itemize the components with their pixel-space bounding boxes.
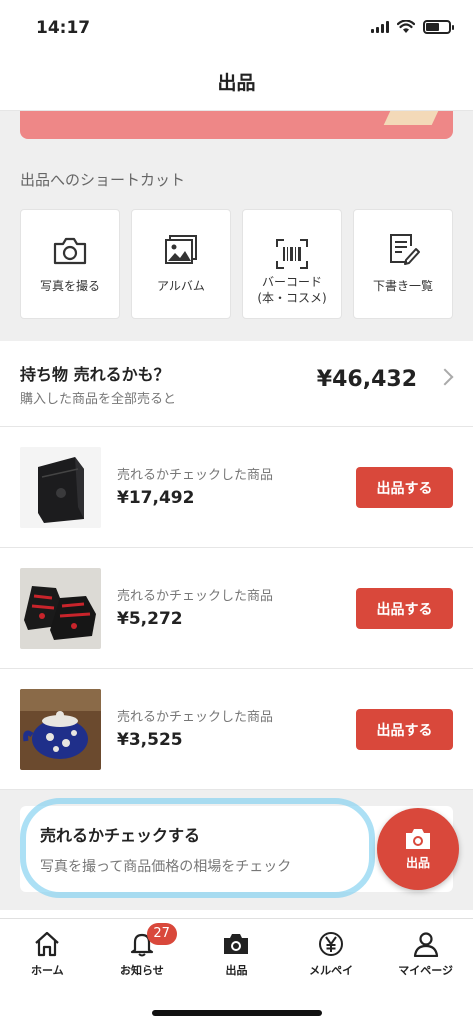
page-title: 出品 (217, 72, 256, 94)
shortcut-list: 写真を撮る アルバム バーコード (本・コスメ) 下書き一覧 (20, 209, 453, 319)
notification-badge: 27 (146, 923, 177, 945)
shortcut-title: 出品へのショートカット (20, 171, 186, 189)
item-thumbnail-teapot (20, 689, 101, 770)
sell-button[interactable]: 出品する (356, 588, 453, 629)
battery-icon (423, 20, 454, 34)
person-icon (413, 932, 438, 957)
highlight-annotation (20, 798, 375, 898)
album-icon (165, 235, 197, 264)
shortcut-barcode[interactable]: バーコード (本・コスメ) (242, 209, 342, 319)
tab-merpay[interactable]: メルペイ (284, 919, 379, 989)
camera-icon (224, 934, 249, 954)
tab-label: 出品 (225, 964, 248, 977)
shortcut-label: バーコード (本・コスメ) (257, 275, 327, 305)
summary-total: ¥46,432 (316, 367, 417, 392)
status-time: 14:17 (36, 18, 91, 38)
summary-subtitle: 購入した商品を全部売ると (20, 392, 177, 407)
wifi-icon (397, 20, 415, 33)
chevron-right-icon (436, 368, 454, 386)
item-price: ¥5,272 (117, 609, 183, 629)
fab-label: 出品 (405, 855, 430, 870)
tab-sell[interactable]: 出品 (189, 919, 284, 989)
status-icons (371, 20, 454, 34)
summary-title: 持ち物 売れるかも？ (20, 365, 170, 384)
tab-bar: ホーム 27 お知らせ 出品 メルペイ マイページ (0, 918, 473, 1024)
barcode-icon (276, 239, 308, 269)
item-thumbnail-bag (20, 447, 101, 528)
signal-icon (371, 21, 389, 33)
home-icon (35, 931, 60, 957)
shortcut-take-photo[interactable]: 写真を撮る (20, 209, 120, 319)
yen-icon (319, 932, 344, 956)
list-item[interactable]: 売れるかチェックした商品 ¥17,492 出品する (0, 427, 473, 548)
sellable-summary[interactable]: 持ち物 売れるかも？ 購入した商品を全部売ると ¥46,432 (0, 341, 473, 427)
tab-label: マイページ (398, 964, 454, 977)
tab-label: お知らせ (120, 964, 164, 977)
sell-button[interactable]: 出品する (356, 709, 453, 750)
tab-label: メルペイ (309, 964, 354, 977)
sell-fab-button[interactable]: 出品 (377, 808, 459, 890)
shortcut-label: 下書き一覧 (372, 279, 433, 293)
shortcut-label: 写真を撮る (39, 279, 100, 293)
item-price: ¥3,525 (117, 730, 183, 750)
list-item[interactable]: 売れるかチェックした商品 ¥5,272 出品する (0, 548, 473, 669)
item-thumbnail-shoes (20, 568, 101, 649)
sell-button[interactable]: 出品する (356, 467, 453, 508)
tab-label: ホーム (30, 964, 64, 977)
item-label: 売れるかチェックした商品 (117, 589, 274, 604)
banner-decoration (383, 111, 439, 125)
home-indicator[interactable] (152, 1010, 322, 1016)
tab-mypage[interactable]: マイページ (378, 919, 473, 989)
item-label: 売れるかチェックした商品 (117, 468, 274, 483)
shortcut-label: アルバム (157, 279, 205, 293)
shortcut-section: 出品へのショートカット 写真を撮る アルバム バーコード (本・コスメ) 下書き… (0, 111, 473, 341)
item-price: ¥17,492 (117, 488, 195, 508)
list-item[interactable]: 売れるかチェックした商品 ¥3,525 出品する (0, 669, 473, 790)
item-label: 売れるかチェックした商品 (117, 710, 274, 725)
camera-icon (406, 828, 430, 849)
tab-notifications[interactable]: 27 お知らせ (95, 919, 190, 989)
nav-bar: 出品 (0, 56, 473, 111)
shortcut-drafts[interactable]: 下書き一覧 (353, 209, 453, 319)
promo-banner[interactable] (20, 111, 453, 139)
shortcut-album[interactable]: アルバム (131, 209, 231, 319)
price-check-section: 売れるかチェックする 写真を撮って商品価格の相場をチェック 出品 (0, 790, 473, 910)
status-bar: 14:17 (0, 0, 473, 56)
camera-icon (53, 237, 87, 265)
draft-icon (390, 234, 420, 265)
tab-home[interactable]: ホーム (0, 919, 95, 989)
